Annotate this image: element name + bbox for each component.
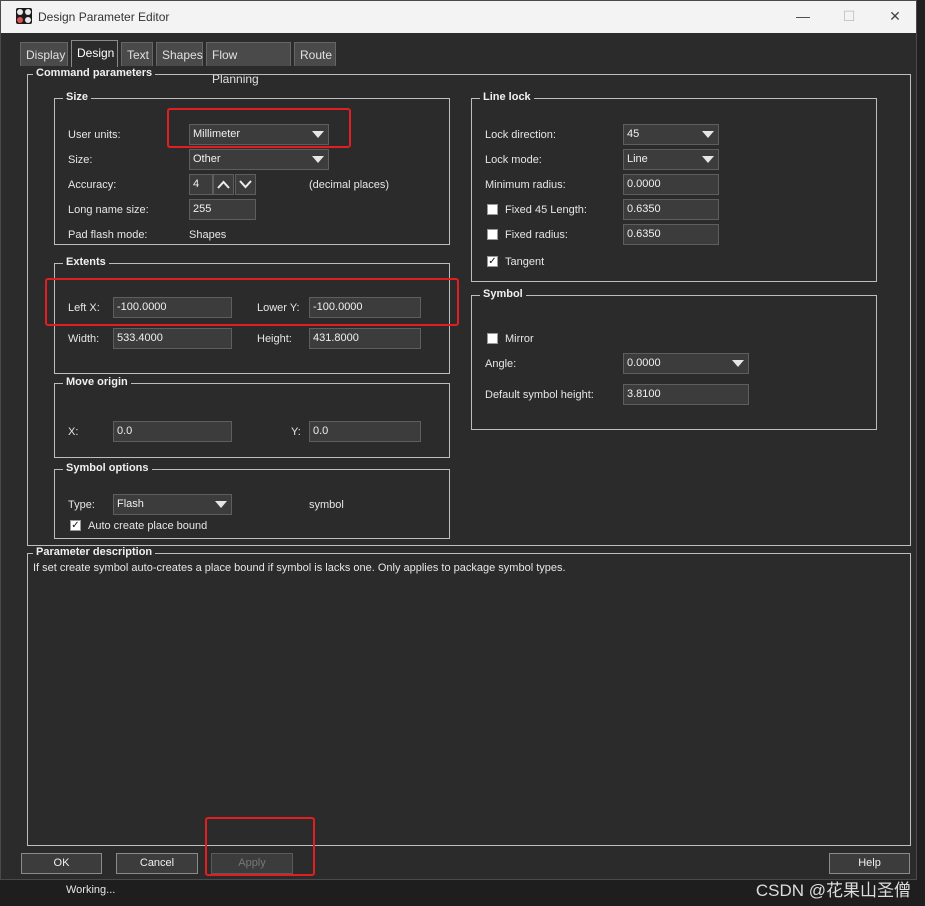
size-select[interactable]: Other — [189, 149, 329, 170]
default-symbol-height-input[interactable]: 3.8100 — [623, 384, 749, 405]
chevron-down-icon — [312, 156, 324, 163]
tab-text[interactable]: Text — [121, 42, 153, 66]
lock-direction-select[interactable]: 45 — [623, 124, 719, 145]
mirror-checkbox[interactable] — [487, 333, 498, 344]
close-icon[interactable]: ✕ — [875, 5, 915, 29]
long-name-size-label: Long name size: — [68, 204, 149, 216]
origin-x-input[interactable]: 0.0 — [113, 421, 232, 442]
chevron-down-icon — [215, 501, 227, 508]
fixed-45-length-label: Fixed 45 Length: — [505, 204, 587, 216]
minimize-icon[interactable]: — — [783, 5, 823, 29]
fixed-radius-checkbox[interactable] — [487, 229, 498, 240]
chevron-down-icon — [239, 180, 252, 189]
apply-highlight-box — [205, 817, 315, 876]
height-label: Height: — [257, 333, 292, 345]
design-parameter-editor-window: Design Parameter Editor — ☐ ✕ Display De… — [0, 0, 917, 880]
accuracy-label: Accuracy: — [68, 179, 117, 191]
tab-shapes[interactable]: Shapes — [156, 42, 203, 66]
mirror-label: Mirror — [505, 333, 534, 345]
status-text: Working... — [66, 884, 116, 896]
angle-select[interactable]: 0.0000 — [623, 353, 749, 374]
origin-x-label: X: — [68, 426, 79, 438]
tab-design[interactable]: Design — [71, 40, 118, 67]
parameter-description-group: Parameter description — [27, 546, 911, 846]
watermark: CSDN @花果山圣僧 — [755, 881, 911, 900]
size-field-label: Size: — [68, 154, 93, 166]
tangent-label: Tangent — [505, 256, 545, 268]
decimal-places-label: (decimal places) — [309, 179, 390, 191]
default-symbol-height-label: Default symbol height: — [485, 389, 594, 401]
accuracy-decrement-button[interactable] — [235, 174, 256, 195]
fixed-radius-input[interactable]: 0.6350 — [623, 224, 719, 245]
tab-flow-planning[interactable]: Flow Planning — [206, 42, 291, 86]
command-parameters-label: Command parameters — [33, 67, 156, 79]
extents-label: Extents — [63, 256, 109, 268]
size-label: Size — [63, 91, 92, 103]
long-name-size-input[interactable]: 255 — [189, 199, 256, 220]
symbol-type-label: Type: — [68, 499, 95, 511]
fixed-45-length-input[interactable]: 0.6350 — [623, 199, 719, 220]
chevron-down-icon — [702, 131, 714, 138]
symbol-type-suffix: symbol — [309, 499, 344, 511]
tab-bar: Display Design Text Shapes Flow Planning… — [1, 33, 916, 86]
move-origin-label: Move origin — [63, 376, 131, 388]
accuracy-input[interactable]: 4 — [189, 174, 213, 195]
auto-create-place-bound-label: Auto create place bound — [88, 520, 208, 532]
chevron-down-icon — [702, 156, 714, 163]
pad-flash-mode-value: Shapes — [189, 229, 227, 241]
chevron-down-icon — [732, 360, 744, 367]
extents-highlight-box — [45, 278, 459, 326]
app-icon — [16, 8, 32, 24]
width-input[interactable]: 533.4000 — [113, 328, 232, 349]
symbol-options-label: Symbol options — [63, 462, 152, 474]
pad-flash-mode-label: Pad flash mode: — [68, 229, 148, 241]
line-lock-label: Line lock — [480, 91, 534, 103]
user-units-highlight-box — [167, 108, 351, 148]
symbol-label: Symbol — [480, 288, 526, 300]
accuracy-increment-button[interactable] — [213, 174, 234, 195]
fixed-45-length-checkbox[interactable] — [487, 204, 498, 215]
maximize-icon: ☐ — [842, 8, 856, 24]
height-input[interactable]: 431.8000 — [309, 328, 421, 349]
symbol-type-select[interactable]: Flash — [113, 494, 232, 515]
window-title: Design Parameter Editor — [38, 10, 170, 24]
cancel-button[interactable]: Cancel — [116, 853, 198, 874]
minimum-radius-label: Minimum radius: — [485, 179, 566, 191]
tangent-checkbox[interactable]: ✓ — [487, 256, 498, 267]
tab-display[interactable]: Display — [20, 42, 68, 66]
angle-label: Angle: — [485, 358, 517, 370]
origin-y-input[interactable]: 0.0 — [309, 421, 421, 442]
auto-create-place-bound-checkbox[interactable]: ✓ — [70, 520, 81, 531]
tab-route[interactable]: Route — [294, 42, 336, 66]
width-label: Width: — [68, 333, 100, 345]
help-button[interactable]: Help — [829, 853, 910, 874]
chevron-up-icon — [217, 180, 230, 189]
fixed-radius-label: Fixed radius: — [505, 229, 568, 241]
parameter-description-text: If set create symbol auto-creates a plac… — [33, 562, 566, 574]
ok-button[interactable]: OK — [21, 853, 102, 874]
minimum-radius-input[interactable]: 0.0000 — [623, 174, 719, 195]
lock-mode-select[interactable]: Line — [623, 149, 719, 170]
parameter-description-label: Parameter description — [33, 546, 156, 558]
title-bar: Design Parameter Editor — ☐ ✕ — [1, 1, 916, 33]
user-units-label: User units: — [68, 129, 121, 141]
lock-direction-label: Lock direction: — [485, 129, 556, 141]
origin-y-label: Y: — [291, 426, 301, 438]
lock-mode-label: Lock mode: — [485, 154, 542, 166]
